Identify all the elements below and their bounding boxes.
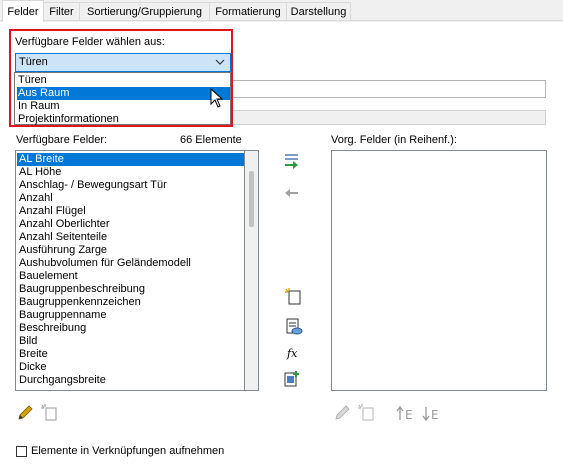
new-parameter-icon[interactable] [285,288,303,306]
delete-scheduled-icon [358,404,374,421]
dropdown-option[interactable]: Türen [17,74,230,87]
list-item[interactable]: Bauelement [17,270,244,283]
edit-parameter-icon[interactable] [285,318,303,336]
list-item[interactable]: Anzahl Oberlichter [17,218,244,231]
list-item[interactable]: Breite [17,348,244,361]
edit-scheduled-icon [335,405,350,420]
add-field-icon[interactable] [283,152,301,170]
category-combo[interactable]: Türen [15,53,231,72]
list-item[interactable]: Ausführung Zarge [17,244,244,257]
list-item[interactable]: Bild [17,335,244,348]
available-fields-label: Verfügbare Felder: [16,134,108,146]
delete-icon [41,404,57,421]
mouse-cursor-icon [210,88,224,108]
svg-text:E: E [431,408,439,422]
available-fields-count: 66 Elemente [180,134,242,146]
dropdown-option[interactable]: Projektinformationen [17,113,230,126]
list-item[interactable]: AL Höhe [17,166,244,179]
list-item[interactable]: Aushubvolumen für Geländemodell [17,257,244,270]
tab-bar: Felder Filter Sortierung/Gruppierung For… [0,0,563,22]
list-item[interactable]: Baugruppenkennzeichen [17,296,244,309]
list-item[interactable]: Durchgangsbreite [17,374,244,387]
list-item[interactable]: Beschreibung [17,322,244,335]
list-item-selected[interactable]: AL Breite [17,153,244,166]
list-item[interactable]: Baugruppenbeschreibung [17,283,244,296]
list-item[interactable]: Anschlag- / Bewegungsart Tür [17,179,244,192]
category-dropdown[interactable]: Türen Aus Raum In Raum Projektinformatio… [14,72,231,125]
scrollbar-thumb[interactable] [249,171,254,227]
list-item[interactable]: Dicke [17,361,244,374]
combo-value: Türen [19,56,48,68]
available-fields-list[interactable]: AL Breite AL Höhe Anschlag- / Bewegungsa… [15,150,245,391]
tab-formatierung[interactable]: Formatierung [209,2,287,20]
dropdown-option-selected[interactable]: Aus Raum [17,87,230,100]
dropdown-option[interactable]: In Raum [17,100,230,113]
tab-filter[interactable]: Filter [43,2,80,20]
list-item[interactable]: Anzahl Flügel [17,205,244,218]
move-down-icon: E [422,407,439,422]
remove-field-icon [285,189,298,197]
move-up-icon: E [396,405,413,422]
tab-darstellung[interactable]: Darstellung [286,2,351,20]
scheduled-fields-list[interactable] [331,150,547,391]
list-item[interactable]: Anzahl Seitenteile [17,231,244,244]
include-links-checkbox[interactable] [16,446,27,457]
list-item[interactable]: Anzahl [17,192,244,205]
svg-text:E: E [405,408,413,422]
svg-text:fx: fx [286,347,298,360]
tab-sortierung[interactable]: Sortierung/Gruppierung [79,2,210,20]
scheduled-fields-label: Vorg. Felder (in Reihenf.): [331,134,457,146]
chevron-down-icon [215,59,225,65]
list-item[interactable]: Baugruppenname [17,309,244,322]
available-from-label: Verfügbare Felder wählen aus: [15,36,165,48]
edit-icon[interactable] [16,404,34,422]
tab-bar-divider [0,20,563,21]
include-links-label: Elemente in Verknüpfungen aufnehmen [31,445,225,457]
combine-parameters-icon[interactable] [284,370,302,388]
tab-felder[interactable]: Felder [2,0,44,22]
available-fields-scrollbar[interactable] [245,150,259,391]
formula-icon[interactable]: fx [285,344,303,362]
